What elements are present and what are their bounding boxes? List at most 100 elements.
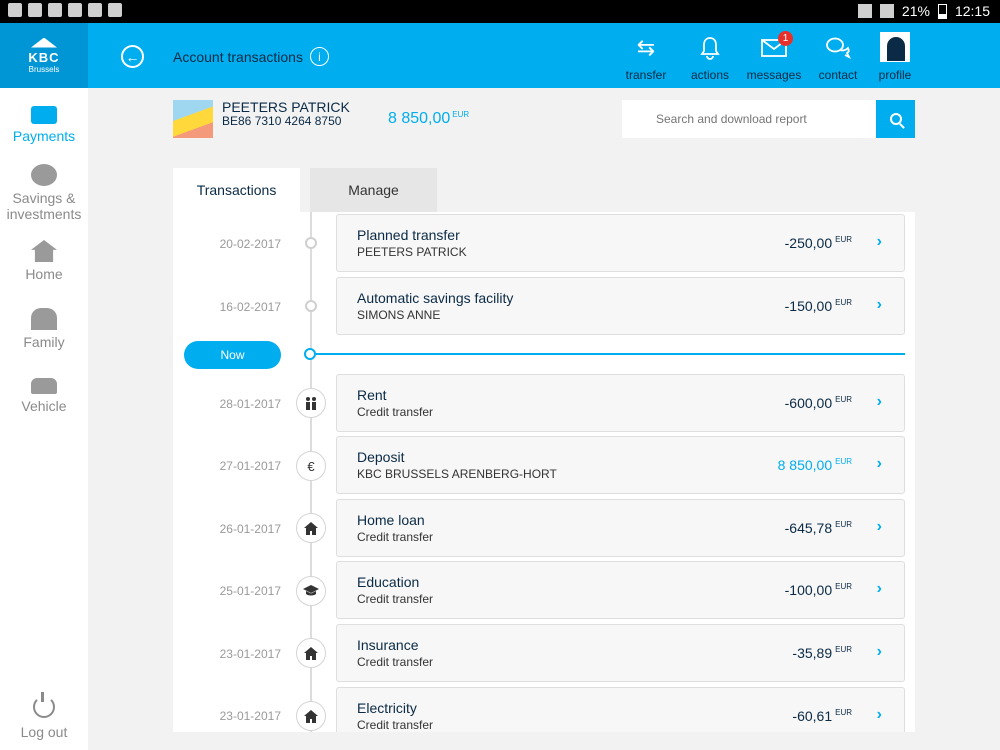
chevron-right-icon: › <box>876 296 882 313</box>
sidebar-item-family[interactable]: Family <box>0 308 88 350</box>
transfer-icon: ⇆ <box>636 35 656 60</box>
amount-currency: EUR <box>835 708 852 717</box>
transaction-title: Automatic savings facility <box>357 290 514 306</box>
nav-contact[interactable]: contact <box>806 23 870 88</box>
sidebar-item-label: Vehicle <box>21 398 67 414</box>
amount-value: -150,00 <box>784 298 833 314</box>
transaction-row[interactable]: Planned transfer PEETERS PATRICK -250,00… <box>336 214 905 272</box>
image-icon <box>48 3 62 17</box>
chevron-right-icon: › <box>876 706 882 723</box>
transaction-amount: -100,00 EUR <box>785 582 852 598</box>
chat-icon <box>825 35 851 61</box>
kbc-logo-mark-icon <box>31 37 57 48</box>
car-icon <box>31 378 57 394</box>
transaction-date: 28-01-2017 <box>219 397 281 411</box>
amount-currency: EUR <box>835 235 852 244</box>
sidebar-item-savings[interactable]: Savings & investments <box>0 164 88 222</box>
chevron-right-icon: › <box>876 580 882 597</box>
chevron-right-icon: › <box>876 233 882 250</box>
mail-icon <box>88 3 102 17</box>
transaction-row[interactable]: Deposit KBC BRUSSELS ARENBERG-HORT 8 850… <box>336 436 905 494</box>
now-line <box>316 353 905 355</box>
transaction-date: 23-01-2017 <box>219 709 281 723</box>
battery-icon <box>937 3 947 19</box>
account-balance: 8 850,00 EUR <box>388 110 469 128</box>
transaction-title: Rent <box>357 387 387 403</box>
home-icon <box>296 701 326 731</box>
transaction-date: 25-01-2017 <box>219 584 281 598</box>
transaction-row[interactable]: Electricity Credit transfer -60,61 EUR › <box>336 687 905 732</box>
search-input[interactable] <box>622 100 876 138</box>
avatar <box>880 32 910 62</box>
nav-messages[interactable]: 1 messages <box>742 23 806 88</box>
piggy-bank-icon <box>31 164 57 186</box>
transaction-row[interactable]: Rent Credit transfer -600,00 EUR › <box>336 374 905 432</box>
amount-value: -645,78 <box>784 520 833 536</box>
weather-icon <box>108 3 122 17</box>
kbc-logo[interactable]: KBC Brussels <box>0 23 88 88</box>
sidebar-item-vehicle[interactable]: Vehicle <box>0 378 88 414</box>
amount-value: 8 850,00 <box>777 457 833 473</box>
chevron-right-icon: › <box>876 518 882 535</box>
sidebar-item-payments[interactable]: Payments <box>0 106 88 144</box>
amount-value: -60,61 <box>792 708 833 724</box>
transaction-type: Credit transfer <box>357 655 434 669</box>
sidebar: Payments Savings & investments Home Fami… <box>0 88 88 750</box>
timeline-dot <box>305 300 317 312</box>
nav-transfer[interactable]: ⇆ transfer <box>614 23 678 88</box>
notification-icons <box>8 3 122 17</box>
transaction-title: Deposit <box>357 449 405 465</box>
transaction-title: Planned transfer <box>357 227 460 243</box>
logout-button[interactable]: Log out <box>0 692 88 740</box>
app-header: KBC Brussels ← Account transactions i ⇆ … <box>0 23 1000 88</box>
top-nav: ⇆ transfer actions 1 messages contact <box>614 23 870 88</box>
sidebar-item-home[interactable]: Home <box>0 240 88 282</box>
transaction-title: Electricity <box>357 700 417 716</box>
transaction-title: Home loan <box>357 512 425 528</box>
home-icon <box>296 638 326 668</box>
amount-currency: EUR <box>835 582 852 591</box>
amount-currency: EUR <box>835 457 852 466</box>
clock: 12:15 <box>954 3 990 19</box>
logo-text: KBC <box>28 49 60 65</box>
unread-badge: 1 <box>778 31 793 46</box>
transaction-row[interactable]: Automatic savings facility SIMONS ANNE -… <box>336 277 905 335</box>
nav-actions[interactable]: actions <box>678 23 742 88</box>
transaction-type: Credit transfer <box>357 718 434 732</box>
sidebar-item-label: Family <box>23 334 65 350</box>
transaction-date: 26-01-2017 <box>219 522 281 536</box>
transaction-date: 20-02-2017 <box>219 237 281 251</box>
transaction-row[interactable]: Home loan Credit transfer -645,78 EUR › <box>336 499 905 557</box>
account-card-thumbnail[interactable] <box>173 100 213 138</box>
image-icon <box>28 3 42 17</box>
transaction-title: Insurance <box>357 637 419 653</box>
sidebar-item-label: Savings & investments <box>6 190 82 222</box>
transaction-date: 23-01-2017 <box>219 647 281 661</box>
sidebar-item-label: Home <box>25 266 63 282</box>
power-icon <box>33 692 55 718</box>
nav-profile[interactable]: profile <box>870 23 920 88</box>
transaction-amount: -600,00 EUR <box>785 395 852 411</box>
logout-label: Log out <box>20 724 68 740</box>
back-button[interactable]: ← <box>121 45 144 68</box>
amount-value: -250,00 <box>784 235 833 251</box>
tab-transactions[interactable]: Transactions <box>173 168 300 212</box>
now-button[interactable]: Now <box>184 341 281 369</box>
nav-label: profile <box>878 68 912 82</box>
signal-icon <box>879 4 894 18</box>
bell-icon <box>697 35 723 61</box>
info-icon[interactable]: i <box>310 47 329 66</box>
transaction-date: 27-01-2017 <box>219 459 281 473</box>
timeline-dot <box>305 237 317 249</box>
transaction-counterparty: PEETERS PATRICK <box>357 245 467 259</box>
family-icon <box>296 388 326 418</box>
amount-currency: EUR <box>835 298 852 307</box>
chevron-right-icon: › <box>876 393 882 410</box>
search-button[interactable] <box>876 100 915 138</box>
transaction-row[interactable]: Insurance Credit transfer -35,89 EUR › <box>336 624 905 682</box>
transaction-amount: 8 850,00 EUR <box>778 457 852 473</box>
search-icon <box>889 113 902 125</box>
nav-label: transfer <box>625 68 667 82</box>
transaction-row[interactable]: Education Credit transfer -100,00 EUR › <box>336 561 905 619</box>
tab-manage[interactable]: Manage <box>310 168 437 212</box>
